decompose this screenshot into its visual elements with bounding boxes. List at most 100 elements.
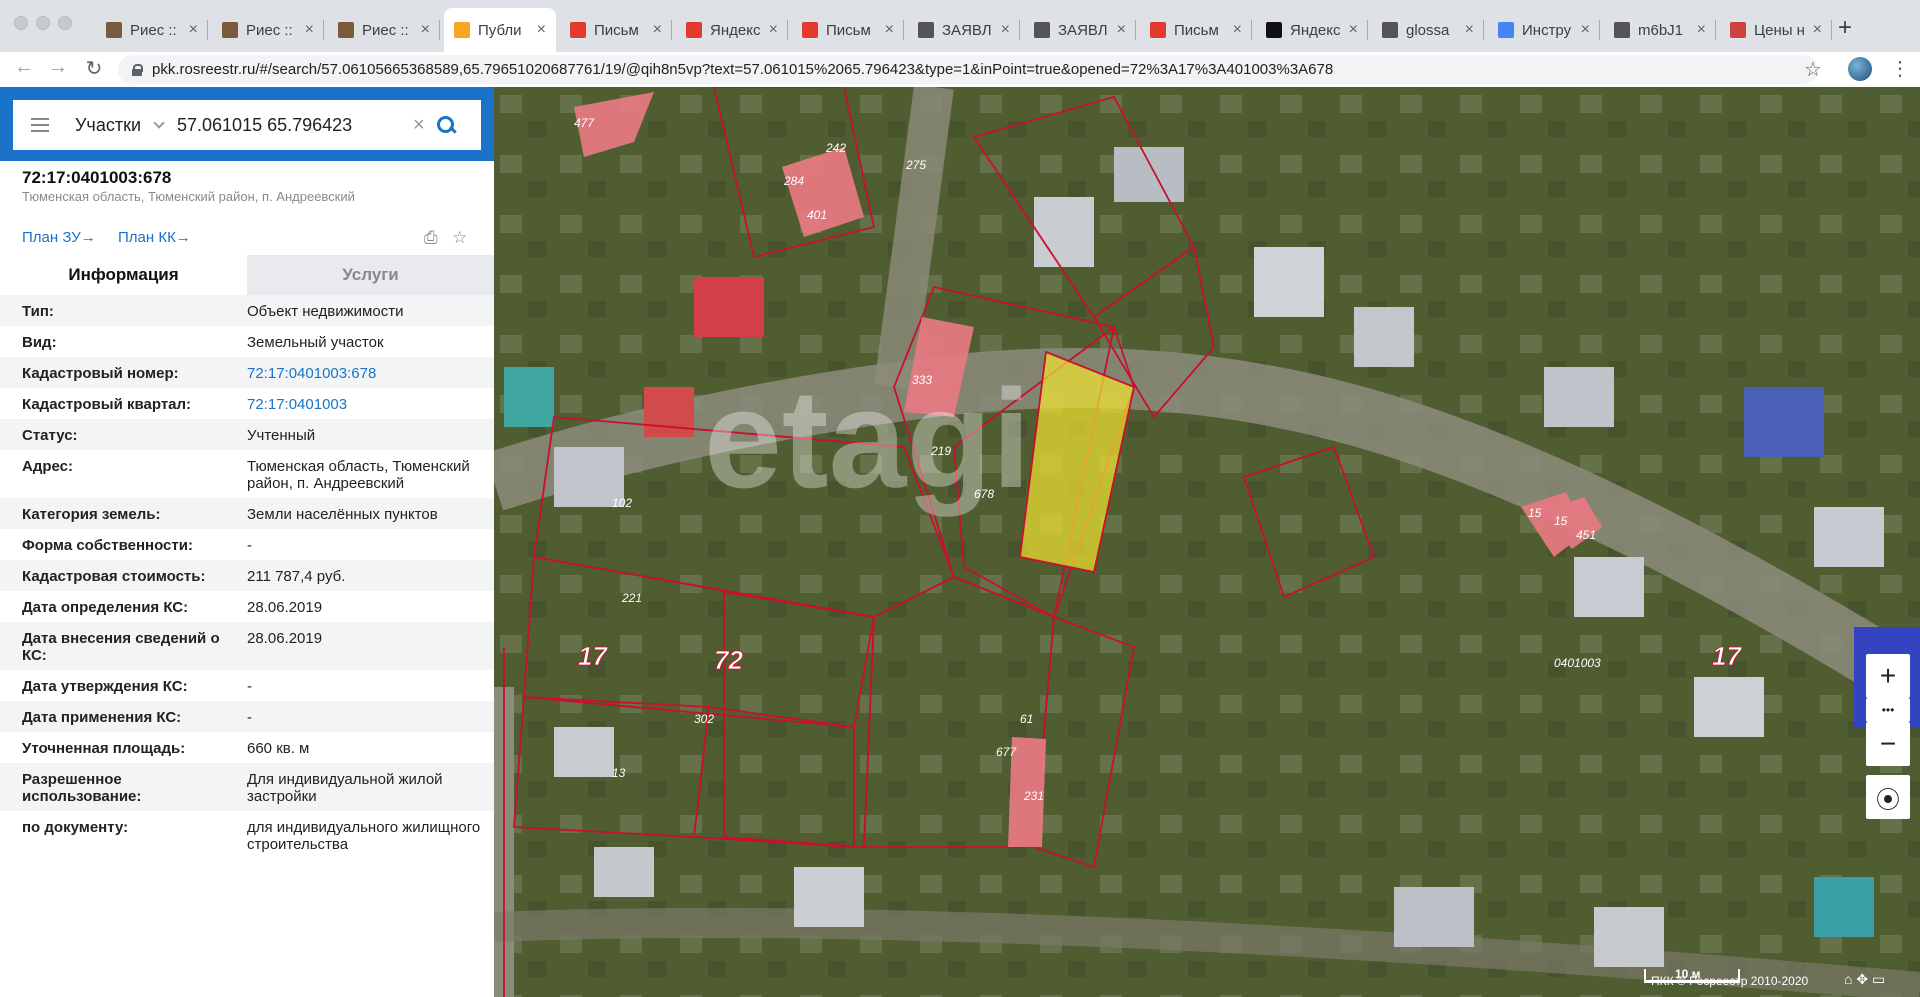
lock-icon[interactable] [132, 63, 143, 76]
back-button[interactable]: ← [10, 56, 38, 79]
info-key: Кадастровая стоимость: [22, 568, 206, 585]
yandex-icon [1266, 22, 1282, 38]
parcel-label: 0401003 [1554, 656, 1601, 670]
more-tools-button[interactable]: ••• [1866, 698, 1910, 722]
parcel-label: 15 [1554, 514, 1568, 528]
window-minimize-button[interactable] [36, 16, 50, 30]
info-key: Дата утверждения КС: [22, 678, 188, 695]
browser-tab[interactable]: Риес :: × [96, 8, 208, 52]
info-key: Вид: [22, 334, 57, 351]
browser-tab[interactable]: Риес :: × [328, 8, 440, 52]
browser-tab[interactable]: Риес :: × [212, 8, 324, 52]
browser-tab[interactable]: ЗАЯВЛ × [1024, 8, 1136, 52]
parcel-label: 61 [1020, 712, 1033, 726]
info-row: по документу: для индивидуального жилищно… [0, 811, 494, 859]
parcel-label: 219 [930, 444, 951, 458]
map-canvas[interactable]: etagi 4772844012422753332196781021515451… [494, 87, 1920, 997]
browser-tab[interactable]: m6bJ1 × [1604, 8, 1716, 52]
new-tab-button[interactable]: + [1838, 14, 1852, 42]
tab-close-icon[interactable]: × [189, 21, 198, 39]
plan-kk-link[interactable]: План КК→ [118, 229, 191, 246]
tab-close-icon[interactable]: × [1349, 21, 1358, 39]
hamburger-menu-icon[interactable] [31, 118, 49, 132]
compass-icon[interactable]: ⦿ [1866, 775, 1910, 819]
info-key: Адрес: [22, 458, 73, 475]
info-row: Разрешенное использование: Для индивидуал… [0, 763, 494, 811]
tab-label: Письм [826, 21, 871, 39]
info-row: Уточненная площадь: 660 кв. м [0, 732, 494, 763]
tab-separator [903, 20, 904, 40]
info-key: Дата внесения сведений о КС: [22, 630, 220, 664]
parcel-label: 221 [621, 591, 642, 605]
chevron-down-icon[interactable] [153, 117, 165, 129]
tab-close-icon[interactable]: × [885, 21, 894, 39]
tab-close-icon[interactable]: × [1581, 21, 1590, 39]
tab-close-icon[interactable]: × [1465, 21, 1474, 39]
parcel-label: 333 [912, 373, 932, 387]
browser-tab[interactable]: Письм × [792, 8, 904, 52]
profile-avatar[interactable] [1848, 57, 1872, 81]
parcel-label: 678 [974, 487, 994, 501]
tab-label: Риес :: [362, 21, 409, 39]
plan-zu-link[interactable]: План ЗУ→ [22, 229, 96, 246]
tab-close-icon[interactable]: × [1001, 21, 1010, 39]
parcel-label: 102 [612, 496, 632, 510]
tab-label: Яндекс [710, 21, 761, 39]
favorite-star-icon[interactable]: ☆ [452, 228, 467, 248]
browser-menu-icon[interactable]: ⋮ [1890, 56, 1910, 81]
forward-button[interactable]: → [44, 56, 72, 79]
parcel-label: 242 [825, 141, 846, 155]
window-close-button[interactable] [14, 16, 28, 30]
tab-close-icon[interactable]: × [1697, 21, 1706, 39]
document-icon [338, 22, 354, 38]
tab-close-icon[interactable]: × [653, 21, 662, 39]
info-row: Адрес: Тюменская область, Тюменский район… [0, 450, 494, 498]
search-icon[interactable] [436, 116, 455, 134]
browser-tab[interactable]: Публи × [444, 8, 556, 52]
browser-tab[interactable]: Яндекс × [1256, 8, 1368, 52]
info-value[interactable]: 72:17:0401003 [247, 396, 487, 413]
tab-information[interactable]: Информация [0, 255, 247, 295]
map-corner-icons[interactable]: ⌂ ✥ ▭ [1844, 971, 1885, 988]
tab-services[interactable]: Услуги [247, 255, 494, 295]
tab-close-icon[interactable]: × [1233, 21, 1242, 39]
mail-icon [570, 22, 586, 38]
tab-close-icon[interactable]: × [1117, 21, 1126, 39]
map-view[interactable]: etagi 477 284 401 242 275 333 219 678 102 15 15 451… [494, 87, 1920, 997]
browser-tab[interactable]: Инстру × [1488, 8, 1600, 52]
tab-close-icon[interactable]: × [305, 21, 314, 39]
info-key: Кадастровый номер: [22, 365, 179, 382]
tab-close-icon[interactable]: × [1813, 21, 1822, 39]
search-input[interactable] [177, 114, 407, 136]
info-row: Кадастровая стоимость: 211 787,4 руб. [0, 560, 494, 591]
browser-tab[interactable]: Письм × [1140, 8, 1252, 52]
zoom-out-button[interactable]: − [1866, 722, 1910, 766]
window-zoom-button[interactable] [58, 16, 72, 30]
browser-tab[interactable]: ЗАЯВЛ × [908, 8, 1020, 52]
parcel-label: 284 [783, 174, 804, 188]
url-text[interactable]: pkk.rosreestr.ru/#/search/57.06105665368… [152, 61, 1333, 78]
tab-label: ЗАЯВЛ [942, 21, 992, 39]
info-row: Категория земель: Земли населённых пункто… [0, 498, 494, 529]
browser-tab[interactable]: glossa × [1372, 8, 1484, 52]
browser-tab[interactable]: Цены н × [1720, 8, 1832, 52]
reload-button[interactable]: ↻ [80, 56, 108, 81]
search-category-select[interactable]: Участки [75, 115, 141, 136]
tab-close-icon[interactable]: × [421, 21, 430, 39]
tab-close-icon[interactable]: × [769, 21, 778, 39]
zoom-in-button[interactable]: + [1866, 654, 1910, 698]
tab-close-icon[interactable]: × [537, 21, 546, 39]
tab-label: Цены н [1754, 21, 1805, 39]
browser-tab[interactable]: Яндекс × [676, 8, 788, 52]
bookmark-star-icon[interactable]: ☆ [1804, 57, 1822, 82]
mail-icon [686, 22, 702, 38]
info-key: Дата определения КС: [22, 599, 189, 616]
print-icon[interactable]: ⎙ [424, 228, 438, 248]
info-key: по документу: [22, 819, 129, 836]
browser-tab[interactable]: Письм × [560, 8, 672, 52]
globe-icon [1382, 22, 1398, 38]
clear-search-icon[interactable]: × [413, 114, 425, 137]
address-bar[interactable]: pkk.rosreestr.ru/#/search/57.06105665368… [118, 55, 1818, 84]
tab-separator [1599, 20, 1600, 40]
info-value[interactable]: 72:17:0401003:678 [247, 365, 487, 382]
